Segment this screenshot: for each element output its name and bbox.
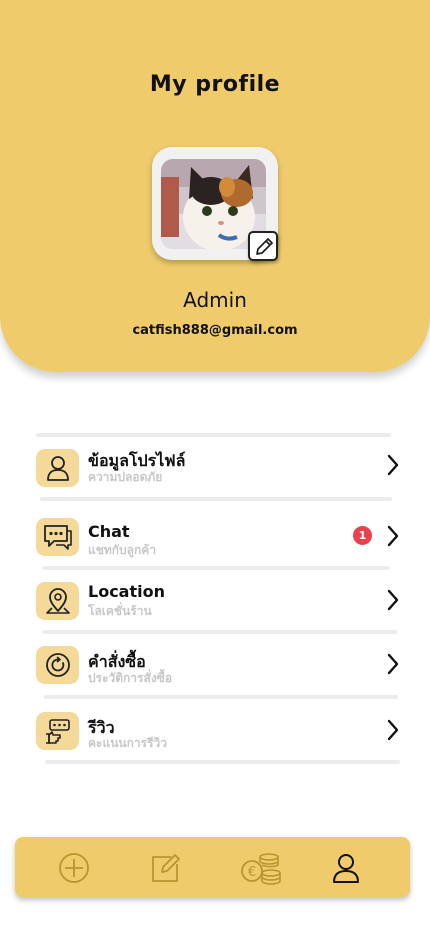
pencil-icon <box>256 238 273 255</box>
bottom-nav: € <box>15 837 410 897</box>
chat-icon <box>36 518 79 556</box>
menu-item-profile[interactable]: ข้อมูลโปรไฟล์ ความปลอดภัย <box>36 449 400 493</box>
menu-item-location[interactable]: Location โลเคชั่นร้าน <box>36 582 400 626</box>
menu-item-reviews[interactable]: รีวิว คะแนนการรีวิว <box>36 712 400 756</box>
chevron-right-icon <box>387 719 399 741</box>
edit-avatar-button[interactable] <box>248 231 278 261</box>
edit-icon <box>152 854 180 882</box>
unread-badge: 1 <box>353 526 372 545</box>
menu-item-orders[interactable]: คำสั่งซื้อ ประวัติการสั่งซื้อ <box>36 646 400 690</box>
user-name: Admin <box>183 288 247 312</box>
menu-item-subtitle: ประวัติการสั่งซื้อ <box>88 671 173 685</box>
nav-wallet-button[interactable]: € <box>239 851 281 885</box>
profile-header: My profile Admin catfish888@gmail.com <box>0 0 430 372</box>
divider <box>44 695 398 699</box>
user-icon <box>333 854 359 883</box>
nav-profile-button[interactable] <box>329 851 363 885</box>
menu-item-subtitle: โลเคชั่นร้าน <box>88 604 152 618</box>
page-title: My profile <box>149 72 281 97</box>
divider <box>42 566 390 570</box>
divider <box>36 433 391 437</box>
user-icon <box>36 449 79 487</box>
menu-item-chat[interactable]: Chat แชทกับลูกค้า 1 <box>36 518 400 562</box>
coins-icon: € <box>241 853 281 885</box>
location-pin-icon <box>36 582 79 620</box>
menu-item-subtitle: ความปลอดภัย <box>88 470 163 484</box>
chevron-right-icon <box>387 653 399 675</box>
menu-item-subtitle: แชทกับลูกค้า <box>88 543 157 557</box>
chevron-right-icon <box>387 589 399 611</box>
chevron-right-icon <box>387 525 399 547</box>
divider <box>40 497 392 501</box>
review-icon <box>36 712 79 750</box>
avatar-frame <box>152 147 278 261</box>
divider <box>45 760 400 764</box>
menu-item-title: Chat <box>88 522 130 541</box>
nav-add-button[interactable] <box>57 851 91 885</box>
menu-item-title: Location <box>88 582 165 601</box>
history-icon <box>36 646 79 684</box>
menu-item-subtitle: คะแนนการรีวิว <box>88 736 167 750</box>
divider <box>42 630 397 634</box>
chevron-right-icon <box>387 454 399 476</box>
svg-text:€: € <box>248 865 256 880</box>
nav-edit-button[interactable] <box>149 851 183 885</box>
add-circle-icon <box>59 853 89 883</box>
user-email: catfish888@gmail.com <box>132 323 298 338</box>
